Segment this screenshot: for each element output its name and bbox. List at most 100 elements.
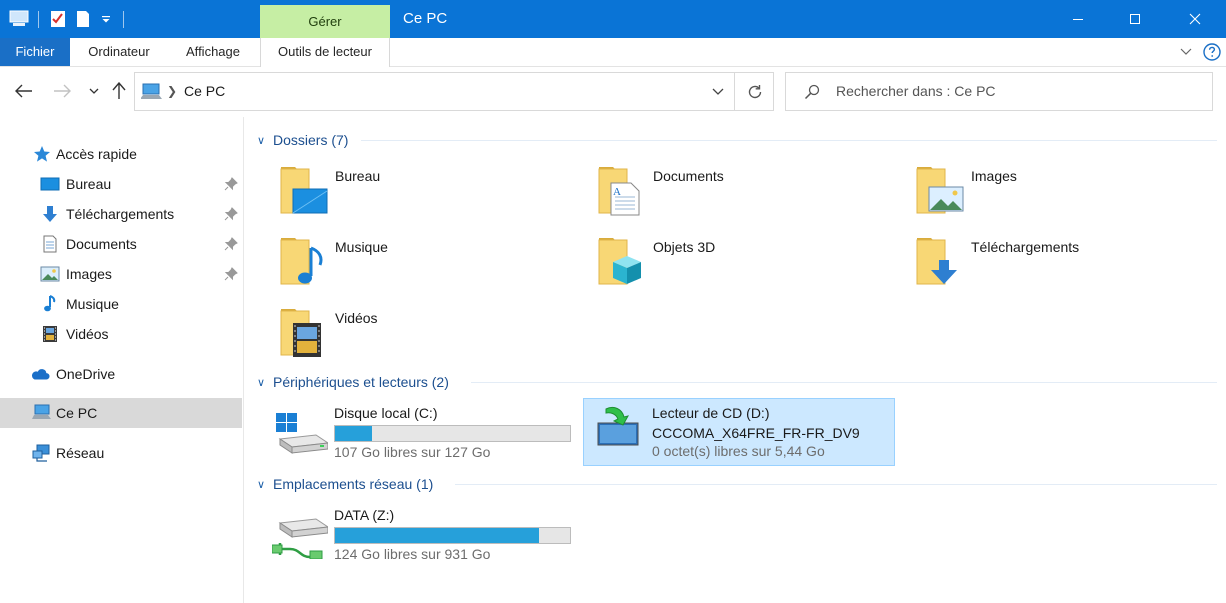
network-icon	[32, 443, 52, 463]
videos-folder-icon	[279, 303, 329, 363]
sidebar-item-network[interactable]: Réseau	[0, 438, 242, 468]
sidebar-item-desktop[interactable]: Bureau	[0, 169, 242, 199]
collapse-chevron-icon: ∨	[257, 134, 266, 147]
computer-icon	[6, 0, 32, 38]
sidebar-item-downloads[interactable]: Téléchargements	[0, 199, 242, 229]
maximize-button[interactable]	[1112, 0, 1158, 38]
sidebar-item-label: Documents	[66, 236, 137, 252]
refresh-button[interactable]	[734, 73, 774, 110]
properties-icon[interactable]	[46, 0, 70, 38]
back-button[interactable]	[12, 79, 36, 103]
group-header-folders[interactable]: ∨ Dossiers (7)	[257, 130, 1217, 150]
recent-locations-button[interactable]	[82, 79, 106, 103]
usage-bar	[334, 425, 571, 442]
cloud-icon	[30, 364, 50, 384]
sidebar-item-videos[interactable]: Vidéos	[0, 319, 242, 349]
help-icon[interactable]	[1202, 38, 1222, 66]
folder-label: Téléchargements	[971, 239, 1080, 255]
up-arrow-icon	[112, 82, 126, 99]
close-button[interactable]	[1172, 0, 1218, 38]
folder-label: Documents	[653, 168, 724, 184]
folder-desktop[interactable]: Bureau	[279, 161, 589, 223]
sidebar-item-label: Ce PC	[56, 405, 98, 421]
folder-downloads[interactable]: Téléchargements	[915, 232, 1225, 294]
collapse-chevron-icon: ∨	[257, 478, 266, 491]
contextual-tab-group: Gérer	[260, 5, 390, 38]
drive-volume-label: CCCOMA_X64FRE_FR-FR_DV9	[652, 425, 860, 441]
tab-file[interactable]: Fichier	[0, 38, 70, 66]
group-header-devices[interactable]: ∨ Périphériques et lecteurs (2)	[257, 372, 1217, 392]
content-pane: ∨ Dossiers (7) Bureau A Documents Images…	[245, 117, 1226, 603]
pin-icon	[224, 177, 238, 194]
drive-free-space: 124 Go libres sur 931 Go	[334, 546, 491, 562]
sidebar-item-pictures[interactable]: Images	[0, 259, 242, 289]
drive-free-space: 0 octet(s) libres sur 5,44 Go	[652, 443, 825, 459]
up-button[interactable]	[107, 79, 131, 103]
search-box[interactable]: Rechercher dans : Ce PC	[785, 72, 1213, 111]
sidebar-item-music[interactable]: Musique	[0, 289, 242, 319]
folder-pictures[interactable]: Images	[915, 161, 1225, 223]
quick-access-separator	[32, 0, 44, 38]
desktop-icon	[40, 174, 60, 194]
refresh-icon	[748, 84, 761, 98]
computer-icon	[140, 83, 163, 104]
minimize-button[interactable]	[1055, 0, 1101, 38]
group-title: Périphériques et lecteurs (2)	[273, 374, 449, 390]
search-icon	[804, 84, 820, 103]
folder-videos[interactable]: Vidéos	[279, 303, 589, 365]
sidebar-item-label: Téléchargements	[66, 206, 175, 222]
usage-bar-fill	[335, 426, 372, 441]
tab-computer[interactable]: Ordinateur	[76, 38, 162, 66]
drive-name: Disque local (C:)	[334, 405, 438, 421]
group-header-network[interactable]: ∨ Emplacements réseau (1)	[257, 474, 1217, 494]
download-arrow-icon	[40, 204, 60, 224]
folder-label: Objets 3D	[653, 239, 716, 255]
group-divider	[471, 382, 1217, 383]
group-divider	[361, 140, 1217, 141]
back-arrow-icon	[15, 84, 32, 98]
navigation-pane: Accès rapide Bureau Téléchargements Docu…	[0, 117, 244, 603]
forward-button[interactable]	[50, 79, 74, 103]
breadcrumb-chevron-icon[interactable]: ❯	[167, 84, 177, 98]
drive-name: Lecteur de CD (D:)	[652, 405, 770, 421]
new-folder-icon[interactable]	[72, 0, 94, 38]
drive-free-space: 107 Go libres sur 127 Go	[334, 444, 491, 460]
breadcrumb-item[interactable]: Ce PC	[184, 73, 225, 110]
ribbon-tabs: Fichier Ordinateur Affichage Outils de l…	[0, 38, 1226, 67]
sidebar-item-label: Accès rapide	[56, 146, 137, 162]
group-title: Dossiers (7)	[273, 132, 349, 148]
sidebar-item-label: Bureau	[66, 176, 112, 192]
customize-chevron-icon[interactable]	[96, 0, 116, 38]
close-icon	[1189, 13, 1201, 25]
tab-drive-tools[interactable]: Outils de lecteur	[260, 38, 390, 67]
pictures-folder-icon	[915, 161, 965, 221]
collapse-chevron-icon: ∨	[257, 376, 266, 389]
address-history-dropdown[interactable]	[702, 73, 734, 110]
usage-bar	[334, 527, 571, 544]
folder-label: Images	[971, 168, 1017, 184]
computer-icon	[32, 403, 52, 423]
tab-view[interactable]: Affichage	[172, 38, 254, 66]
sidebar-item-label: Images	[66, 266, 112, 282]
music-note-icon	[40, 294, 60, 314]
sidebar-item-label: OneDrive	[56, 366, 116, 382]
sidebar-item-documents[interactable]: Documents	[0, 229, 242, 259]
group-title: Emplacements réseau (1)	[273, 476, 434, 492]
drive-local-c[interactable]: Disque local (C:) 107 Go libres sur 127 …	[266, 399, 578, 467]
folder-label: Musique	[335, 239, 388, 255]
sidebar-item-onedrive[interactable]: OneDrive	[0, 359, 242, 389]
sidebar-item-this-pc[interactable]: Ce PC	[0, 398, 242, 428]
folder-label: Bureau	[335, 168, 381, 184]
address-bar[interactable]: ❯ Ce PC	[134, 72, 774, 111]
expand-ribbon-chevron-icon[interactable]	[1174, 38, 1198, 66]
drive-cd-d[interactable]: Lecteur de CD (D:) CCCOMA_X64FRE_FR-FR_D…	[583, 398, 895, 466]
maximize-icon	[1130, 14, 1140, 24]
drive-network-z[interactable]: DATA (Z:) 124 Go libres sur 931 Go	[266, 501, 578, 569]
downloads-folder-icon	[915, 232, 965, 292]
group-divider	[455, 484, 1217, 485]
sidebar-item-quick-access[interactable]: Accès rapide	[0, 139, 242, 169]
folder-documents[interactable]: A Documents	[597, 161, 907, 223]
folder-music[interactable]: Musique	[279, 232, 589, 294]
folder-3d-objects[interactable]: Objets 3D	[597, 232, 907, 294]
minimize-icon	[1073, 19, 1083, 20]
